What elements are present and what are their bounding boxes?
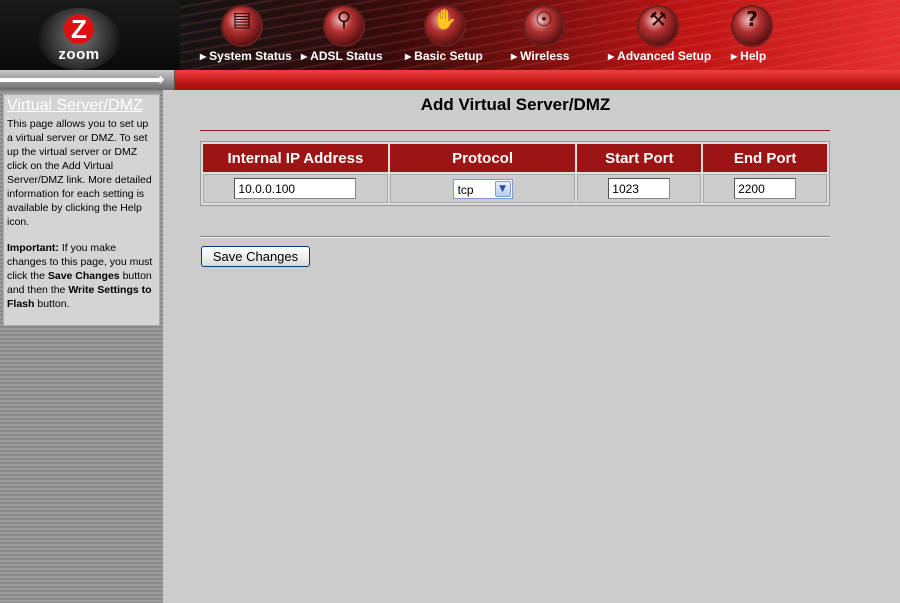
protocol-select[interactable]: tcp ▼ — [452, 178, 513, 199]
sidebar: Virtual Server/DMZ This page allows you … — [0, 90, 163, 603]
cell-start-port — [577, 174, 702, 203]
zoom-logo[interactable]: Z zoom — [38, 8, 120, 70]
antenna-icon: ☉ — [523, 5, 565, 47]
main-content: Add Virtual Server/DMZ Internal IP Addre… — [163, 90, 900, 603]
important-text-3: button. — [34, 298, 70, 310]
save-changes-label: Save Changes — [47, 270, 120, 282]
nav-wireless[interactable]: ☉ ▶ Wireless — [511, 2, 577, 70]
arrow-right-icon: ➜ — [153, 72, 165, 88]
header-internal-ip: Internal IP Address — [203, 144, 388, 172]
internal-ip-input[interactable] — [234, 178, 357, 199]
arrow-right-icon: ▶ — [731, 52, 738, 61]
nav-system-status[interactable]: ▤ ▶ System Status — [200, 2, 292, 70]
wrench-icon: ⚒ — [637, 5, 679, 47]
table-header-row: Internal IP Address Protocol Start Port … — [203, 144, 827, 172]
cell-protocol: tcp ▼ — [389, 174, 576, 203]
arrow-right-icon: ▶ — [511, 52, 518, 61]
nav-adsl-status[interactable]: ⚲ ▶ ADSL Status — [301, 2, 383, 70]
form-divider — [200, 236, 830, 238]
cell-internal-ip — [203, 174, 388, 203]
nav-label-wireless: Wireless — [520, 49, 570, 63]
end-port-input[interactable] — [734, 178, 797, 199]
zoom-logo-text: zoom — [58, 46, 100, 63]
arrow-right-icon: ▶ — [301, 52, 308, 61]
nav-basic-setup[interactable]: ✋ ▶ Basic Setup — [405, 2, 483, 70]
help-important-note: Important: If you make changes to this p… — [7, 241, 156, 311]
nav-label-adsl-status: ADSL Status — [310, 49, 383, 63]
title-divider — [200, 130, 830, 131]
help-description: This page allows you to set up a virtual… — [7, 118, 152, 228]
header-protocol: Protocol — [389, 144, 576, 172]
table-row: tcp ▼ — [203, 174, 827, 203]
nav-advanced-setup[interactable]: ⚒ ▶ Advanced Setup — [608, 2, 711, 70]
question-icon: ? — [731, 5, 773, 47]
stripe-divider-line — [0, 78, 160, 82]
header-end-port: End Port — [703, 144, 827, 172]
help-title-link[interactable]: Virtual Server/DMZ — [7, 97, 156, 115]
virtual-server-grid: Internal IP Address Protocol Start Port … — [201, 142, 829, 205]
nav-label-basic-setup: Basic Setup — [414, 49, 483, 63]
important-label: Important: — [7, 242, 59, 254]
cell-end-port — [703, 174, 827, 203]
header-start-port: Start Port — [577, 144, 702, 172]
chevron-down-icon[interactable]: ▼ — [494, 180, 511, 197]
page-title: Add Virtual Server/DMZ — [420, 95, 611, 114]
magnifier-icon: ⚲ — [323, 5, 365, 47]
nav-label-system-status: System Status — [209, 49, 292, 63]
save-changes-button[interactable]: Save Changes — [201, 246, 310, 267]
nav-label-help: Help — [740, 49, 767, 63]
arrow-right-icon: ▶ — [200, 52, 207, 61]
virtual-server-table: Internal IP Address Protocol Start Port … — [200, 141, 830, 206]
hand-icon: ✋ — [424, 5, 466, 47]
folder-icon: ▤ — [221, 5, 263, 47]
protocol-selected-value: tcp — [457, 182, 474, 197]
arrow-right-icon: ▶ — [608, 52, 615, 61]
help-panel: Virtual Server/DMZ This page allows you … — [3, 94, 160, 326]
nav-label-advanced-setup: Advanced Setup — [617, 49, 712, 63]
start-port-input[interactable] — [608, 178, 671, 199]
arrow-right-icon: ▶ — [405, 52, 412, 61]
zoom-logo-mark: Z — [64, 14, 94, 44]
nav-help[interactable]: ? ▶ Help — [731, 2, 773, 70]
